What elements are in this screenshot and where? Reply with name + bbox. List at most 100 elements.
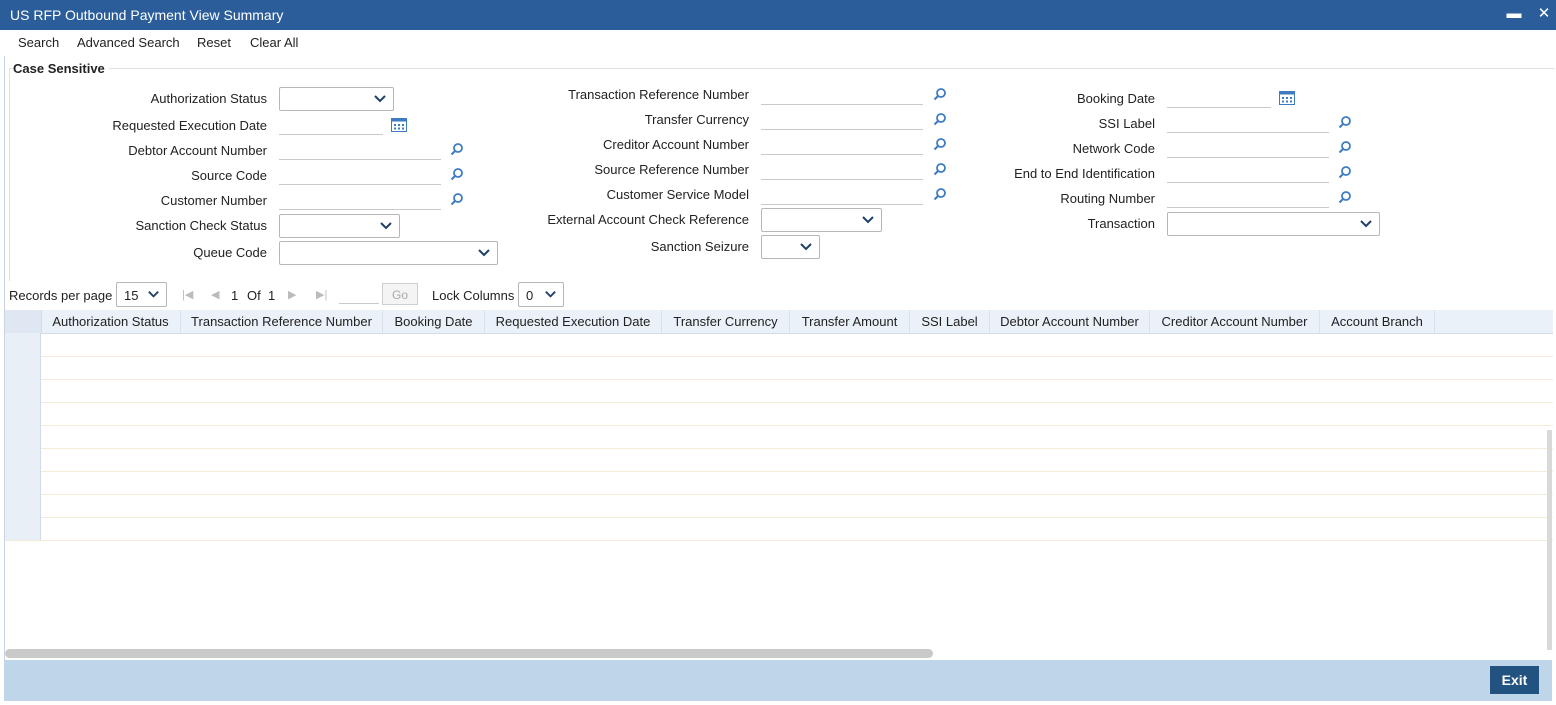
end-to-end-identification-label: End to End Identification — [1014, 166, 1155, 181]
column-header[interactable]: Debtor Account Number — [990, 310, 1150, 333]
column-header[interactable]: Creditor Account Number — [1150, 310, 1320, 333]
transaction-reference-number-label: Transaction Reference Number — [568, 87, 749, 102]
of-label: Of — [247, 288, 261, 303]
previous-page-icon[interactable]: ◀ — [211, 288, 219, 301]
grid-header: Authorization Status Transaction Referen… — [5, 310, 1553, 334]
ssi-label-field[interactable] — [1167, 113, 1329, 133]
last-page-icon[interactable]: ▶| — [316, 288, 327, 301]
search-icon[interactable] — [1338, 115, 1352, 129]
table-row[interactable] — [5, 425, 1553, 449]
requested-execution-date-field[interactable] — [279, 115, 383, 135]
external-account-check-reference-select[interactable] — [761, 208, 882, 232]
transfer-currency-field[interactable] — [761, 110, 923, 130]
queue-code-select[interactable] — [279, 241, 498, 265]
search-icon[interactable] — [1338, 165, 1352, 179]
window-titlebar: US RFP Outbound Payment View Summary ▬ ✕ — [0, 0, 1556, 30]
sanction-check-status-select[interactable] — [279, 214, 400, 238]
column-header[interactable]: Transaction Reference Number — [181, 310, 383, 333]
lock-columns-value: 0 — [526, 288, 534, 303]
creditor-account-number-label: Creditor Account Number — [603, 137, 749, 152]
first-page-icon[interactable]: |◀ — [182, 288, 193, 301]
search-icon[interactable] — [1338, 140, 1352, 154]
authorization-status-select[interactable] — [279, 87, 394, 111]
source-code-field[interactable] — [279, 165, 441, 185]
table-row[interactable] — [5, 494, 1553, 518]
transaction-reference-number-field[interactable] — [761, 85, 923, 105]
clear-all-button[interactable]: Clear All — [250, 35, 298, 50]
column-header[interactable]: Booking Date — [383, 310, 485, 333]
chevron-down-icon — [374, 95, 386, 103]
table-row[interactable] — [5, 356, 1553, 380]
search-icon[interactable] — [1338, 190, 1352, 204]
search-icon[interactable] — [450, 167, 464, 181]
search-icon[interactable] — [933, 87, 947, 101]
requested-execution-date-label: Requested Execution Date — [112, 118, 267, 133]
calendar-icon[interactable] — [1279, 90, 1295, 105]
booking-date-field[interactable] — [1167, 88, 1271, 108]
column-header[interactable]: SSI Label — [910, 310, 990, 333]
vertical-scrollbar[interactable] — [1547, 430, 1552, 650]
reset-button[interactable]: Reset — [197, 35, 231, 50]
column-header[interactable]: Authorization Status — [41, 310, 181, 333]
horizontal-scrollbar[interactable] — [5, 649, 933, 658]
exit-button[interactable]: Exit — [1490, 666, 1539, 694]
row-select-cell[interactable] — [5, 471, 41, 494]
row-select-cell[interactable] — [5, 517, 41, 540]
advanced-search-button[interactable]: Advanced Search — [77, 35, 180, 50]
go-button[interactable]: Go — [382, 283, 418, 305]
row-select-cell[interactable] — [5, 356, 41, 379]
search-icon[interactable] — [933, 187, 947, 201]
close-button[interactable]: ✕ — [1535, 5, 1553, 23]
minimize-button[interactable]: ▬ — [1505, 5, 1523, 23]
row-select-cell[interactable] — [5, 448, 41, 471]
lock-columns-select[interactable]: 0 — [518, 282, 564, 307]
source-code-label: Source Code — [191, 168, 267, 183]
search-icon[interactable] — [933, 162, 947, 176]
row-select-cell[interactable] — [5, 494, 41, 517]
transaction-select[interactable] — [1167, 212, 1380, 236]
search-icon[interactable] — [933, 137, 947, 151]
table-row[interactable] — [5, 402, 1553, 426]
chevron-down-icon — [545, 291, 556, 298]
table-row[interactable] — [5, 333, 1553, 357]
table-row[interactable] — [5, 448, 1553, 472]
records-per-page-select[interactable]: 15 — [116, 282, 167, 307]
sanction-check-status-label: Sanction Check Status — [135, 218, 267, 233]
results-grid: Authorization Status Transaction Referen… — [5, 310, 1553, 650]
sanction-seizure-select[interactable] — [761, 235, 820, 259]
goto-page-field[interactable] — [339, 283, 379, 304]
total-pages: 1 — [268, 288, 276, 303]
window-title: US RFP Outbound Payment View Summary — [10, 7, 284, 23]
select-all-cell[interactable] — [5, 310, 42, 333]
table-row[interactable] — [5, 379, 1553, 403]
routing-number-field[interactable] — [1167, 188, 1329, 208]
customer-service-model-field[interactable] — [761, 185, 923, 205]
customer-number-field[interactable] — [279, 190, 441, 210]
sanction-seizure-label: Sanction Seizure — [650, 239, 749, 254]
external-account-check-reference-label: External Account Check Reference — [547, 212, 749, 227]
calendar-icon[interactable] — [391, 117, 407, 132]
chevron-down-icon — [862, 216, 874, 224]
footer-bar — [4, 660, 1552, 701]
row-select-cell[interactable] — [5, 379, 41, 402]
end-to-end-identification-field[interactable] — [1167, 163, 1329, 183]
search-icon[interactable] — [450, 192, 464, 206]
network-code-field[interactable] — [1167, 138, 1329, 158]
search-button[interactable]: Search — [18, 35, 59, 50]
table-row[interactable] — [5, 471, 1553, 495]
row-select-cell[interactable] — [5, 333, 41, 356]
row-select-cell[interactable] — [5, 425, 41, 448]
chevron-down-icon — [380, 222, 392, 230]
row-select-cell[interactable] — [5, 402, 41, 425]
source-reference-number-field[interactable] — [761, 160, 923, 180]
search-icon[interactable] — [933, 112, 947, 126]
column-header[interactable]: Account Branch — [1320, 310, 1435, 333]
column-header[interactable]: Transfer Currency — [662, 310, 790, 333]
creditor-account-number-field[interactable] — [761, 135, 923, 155]
column-header[interactable]: Transfer Amount — [790, 310, 910, 333]
search-icon[interactable] — [450, 142, 464, 156]
next-page-icon[interactable]: ▶ — [288, 288, 296, 301]
debtor-account-number-field[interactable] — [279, 140, 441, 160]
table-row[interactable] — [5, 517, 1553, 541]
column-header[interactable]: Requested Execution Date — [485, 310, 662, 333]
